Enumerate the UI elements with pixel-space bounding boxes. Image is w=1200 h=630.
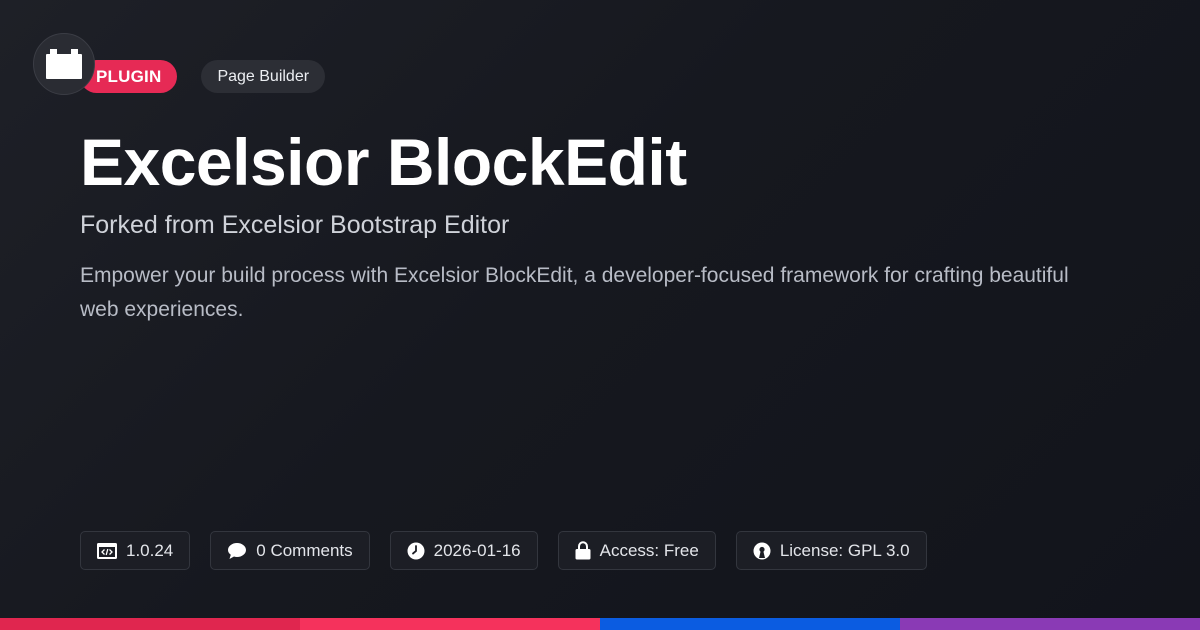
category-badge[interactable]: Page Builder — [201, 60, 326, 93]
page-subtitle: Forked from Excelsior Bootstrap Editor — [80, 211, 510, 239]
block-icon — [46, 49, 82, 79]
color-bar-segment — [900, 618, 1200, 630]
color-bar-segment — [600, 618, 900, 630]
code-window-icon — [97, 542, 117, 559]
color-bar — [0, 618, 1200, 630]
open-source-icon — [753, 542, 771, 559]
comment-icon — [228, 542, 247, 559]
lock-icon — [575, 541, 591, 560]
page-description: Empower your build process with Excelsio… — [80, 264, 1069, 321]
page-title: Excelsior BlockEdit — [80, 125, 687, 199]
meta-date[interactable]: 2026-01-16 — [389, 531, 538, 570]
meta-comments[interactable]: 0 Comments — [210, 531, 370, 570]
clock-icon — [407, 542, 425, 559]
meta-version-text: 1.0.24 — [126, 540, 174, 560]
meta-access-text: Access: Free — [599, 540, 699, 560]
meta-license[interactable]: License: GPL 3.0 — [735, 531, 927, 570]
meta-version[interactable]: 1.0.24 — [80, 531, 191, 570]
color-bar-segment — [300, 618, 600, 630]
meta-date-text: 2026-01-16 — [433, 540, 521, 560]
color-bar-segment — [0, 618, 300, 630]
meta-license-text: License: GPL 3.0 — [779, 540, 910, 560]
meta-comments-text: 0 Comments — [256, 540, 353, 560]
badge-row: PLUGIN Page Builder — [80, 60, 326, 93]
meta-row: 1.0.24 0 Comments 2026-01-16 Access: Fre… — [80, 531, 927, 570]
meta-access[interactable]: Access: Free — [557, 531, 716, 570]
plugin-logo — [33, 33, 95, 95]
